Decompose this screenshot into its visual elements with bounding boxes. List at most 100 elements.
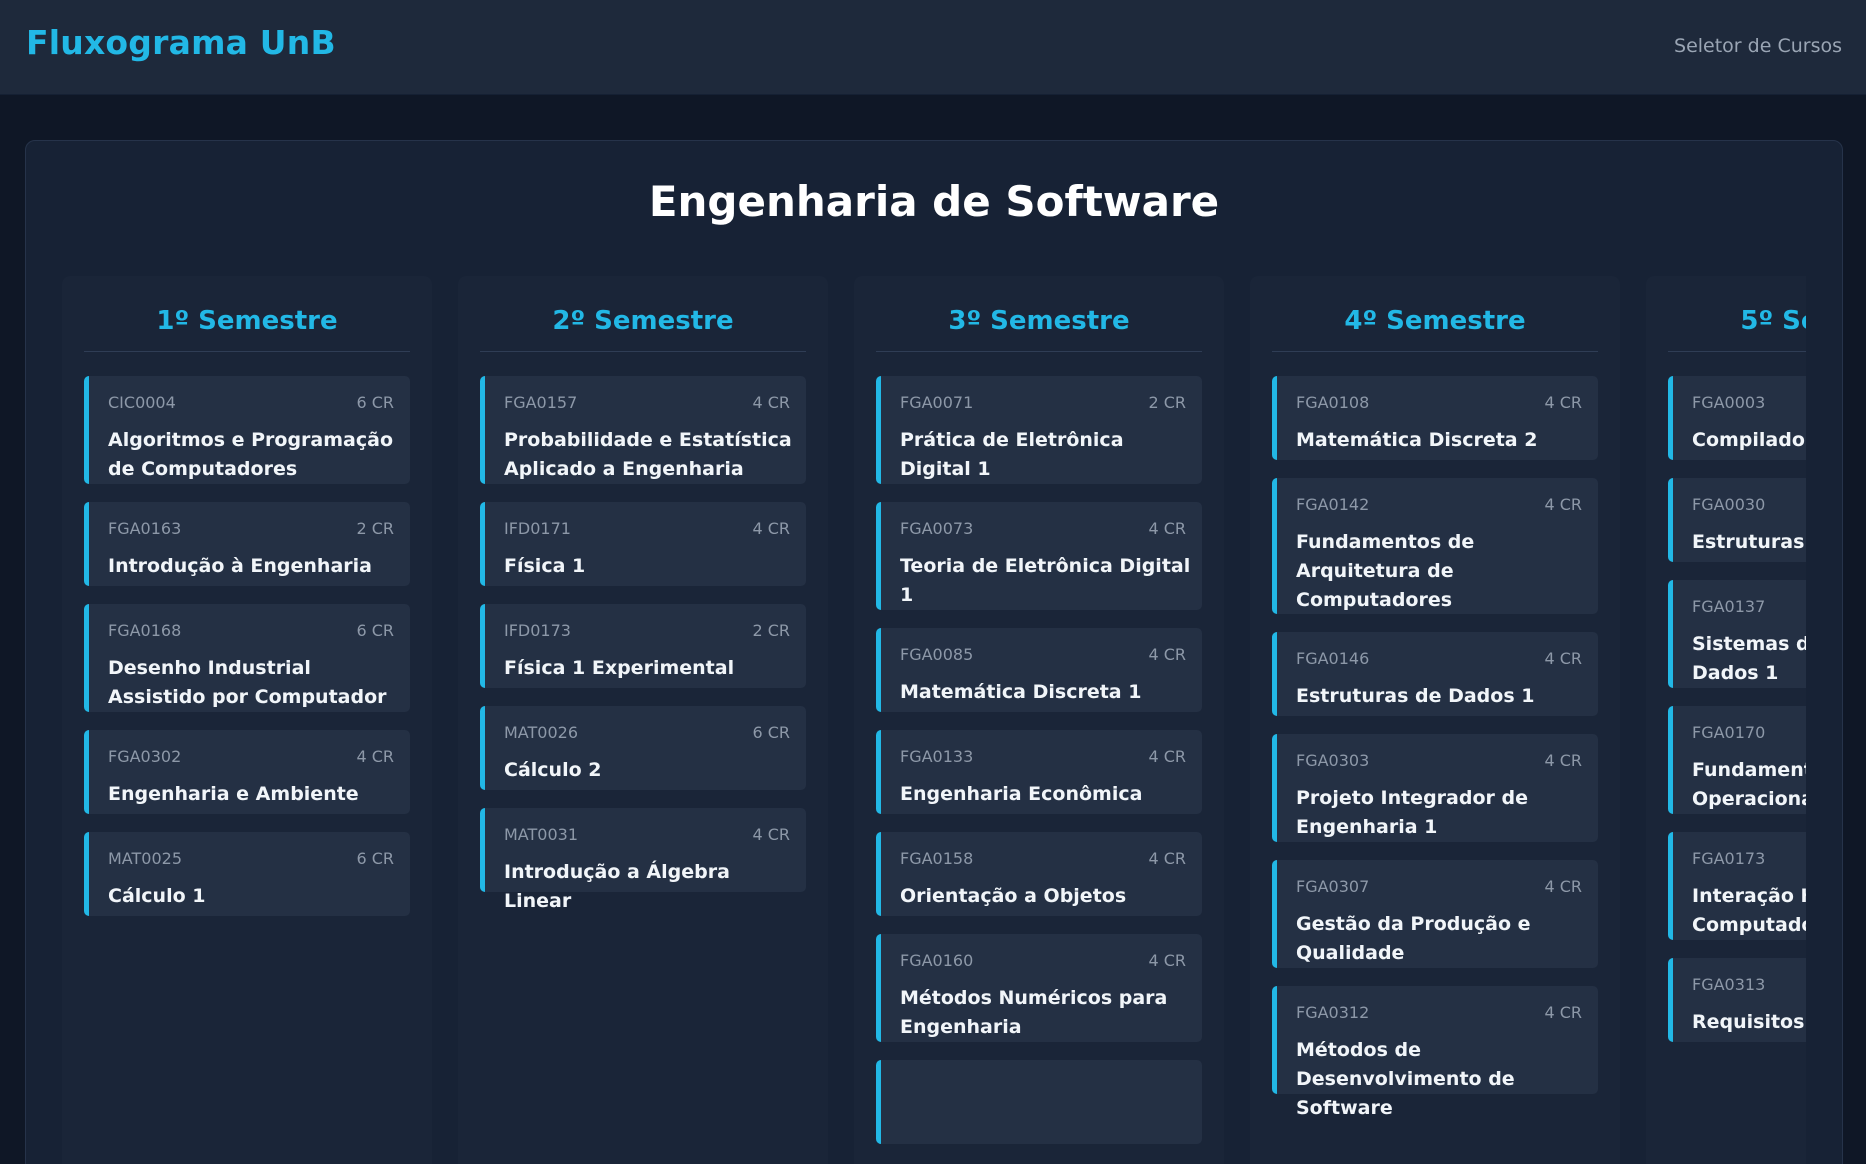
course-credits: 2 CR <box>752 621 790 640</box>
course-credits: 4 CR <box>1148 747 1186 766</box>
course-card[interactable]: FGA0073 4 CR Teoria de Eletrônica Digita… <box>876 502 1202 610</box>
course-credits: 4 CR <box>1148 849 1186 868</box>
top-navbar: Fluxograma UnB Seletor de Cursos <box>0 0 1866 95</box>
course-card[interactable]: IFD0171 4 CR Física 1 <box>480 502 806 586</box>
semester-title: 1º Semestre <box>156 306 338 336</box>
course-code: FGA0030 <box>1692 495 1766 514</box>
course-code: MAT0025 <box>108 849 182 868</box>
course-selector-link[interactable]: Seletor de Cursos <box>1674 35 1842 57</box>
course-name: Estruturas de Dados 1 <box>1296 685 1535 707</box>
course-credits: 2 CR <box>1148 393 1186 412</box>
course-credits: 4 CR <box>752 825 790 844</box>
course-credits: 4 CR <box>1148 519 1186 538</box>
semester-title: 3º Semestre <box>948 306 1130 336</box>
course-credits: 4 CR <box>752 393 790 412</box>
course-name: Algoritmos e Programação de Computadores <box>108 429 394 480</box>
course-code: FGA0170 <box>1692 723 1766 742</box>
course-name: Projeto Integrador de Engenharia 1 <box>1296 787 1528 838</box>
course-card[interactable]: FGA0307 4 CR Gestão da Produção e Qualid… <box>1272 860 1598 968</box>
course-card[interactable]: FGA0085 4 CR Matemática Discreta 1 <box>876 628 1202 712</box>
semester-column: 2º Semestre FGA0157 4 CR Probabilidade e… <box>458 276 828 1164</box>
course-card[interactable]: FGA0163 2 CR Introdução à Engenharia <box>84 502 410 586</box>
course-card[interactable]: FGA0146 4 CR Estruturas de Dados 1 <box>1272 632 1598 716</box>
course-card[interactable]: FGA0312 4 CR Métodos de Desenvolvimento … <box>1272 986 1598 1119</box>
course-name: Estruturas <box>1692 531 1805 553</box>
course-name: Física 1 Experimental <box>504 657 735 679</box>
course-code: FGA0168 <box>108 621 182 640</box>
course-card[interactable]: MAT0026 6 CR Cálculo 2 <box>480 706 806 790</box>
course-code: FGA0173 <box>1692 849 1766 868</box>
course-code: FGA0108 <box>1296 393 1370 412</box>
course-card[interactable]: FGA0168 6 CR Desenho Industrial Assistid… <box>84 604 410 712</box>
course-card[interactable]: FGA0158 4 CR Orientação a Objetos <box>876 832 1202 916</box>
course-credits: 4 CR <box>1544 751 1582 770</box>
course-code: MAT0031 <box>504 825 578 844</box>
course-credits: 4 CR <box>1544 649 1582 668</box>
course-name: Engenharia e Ambiente <box>108 783 359 805</box>
semester-column: 5º Semestre FGA0003 Compiladores FGA0030… <box>1646 276 1806 1164</box>
course-card[interactable]: FGA0071 2 CR Prática de Eletrônica Digit… <box>876 376 1202 484</box>
course-name: Fundamentos de Sistemas Operacionais <box>1692 759 1806 810</box>
course-card[interactable]: CIC0004 6 CR Algoritmos e Programação de… <box>84 376 410 484</box>
course-card[interactable]: FGA0170 Fundamentos de Sistemas Operacio… <box>1668 706 1806 814</box>
course-code: FGA0073 <box>900 519 974 538</box>
brand-logo[interactable]: Fluxograma UnB <box>26 23 336 62</box>
app-window: Fluxograma UnB Seletor de Cursos Engenha… <box>0 0 1866 1164</box>
course-credits: 4 CR <box>356 747 394 766</box>
course-code: FGA0157 <box>504 393 578 412</box>
course-card[interactable]: FGA0302 4 CR Engenharia e Ambiente <box>84 730 410 814</box>
course-card[interactable]: FGA0108 4 CR Matemática Discreta 2 <box>1272 376 1598 460</box>
course-card[interactable] <box>876 1060 1202 1144</box>
course-code: FGA0003 <box>1692 393 1766 412</box>
course-name: Prática de Eletrônica Digital 1 <box>900 429 1124 480</box>
course-card[interactable]: FGA0142 4 CR Fundamentos de Arquitetura … <box>1272 478 1598 614</box>
semester-title: 2º Semestre <box>552 306 734 336</box>
course-card[interactable]: FGA0313 Requisitos <box>1668 958 1806 1042</box>
course-card[interactable]: MAT0025 6 CR Cálculo 1 <box>84 832 410 916</box>
course-name: Introdução à Engenharia <box>108 555 372 577</box>
semester-column: 3º Semestre FGA0071 2 CR Prática de Elet… <box>854 276 1224 1164</box>
course-card[interactable]: FGA0303 4 CR Projeto Integrador de Engen… <box>1272 734 1598 842</box>
course-name: Sistemas de Banco de Dados 1 <box>1692 633 1806 684</box>
course-name: Interação Humano Computador <box>1692 885 1806 936</box>
course-name: Engenharia Econômica <box>900 783 1143 805</box>
course-name: Matemática Discreta 2 <box>1296 429 1538 451</box>
semester-title: 5º Semestre <box>1740 306 1806 336</box>
course-credits: 6 CR <box>356 849 394 868</box>
course-card[interactable]: FGA0137 Sistemas de Banco de Dados 1 <box>1668 580 1806 688</box>
semester-divider <box>84 351 410 352</box>
semester-divider <box>876 351 1202 352</box>
course-card[interactable]: MAT0031 4 CR Introdução a Álgebra Linear <box>480 808 806 912</box>
course-name: Fundamentos de Arquitetura de Computador… <box>1296 531 1475 611</box>
course-name: Probabilidade e Estatística Aplicado a E… <box>504 429 792 480</box>
course-credits: 4 CR <box>1544 495 1582 514</box>
semester-divider <box>480 351 806 352</box>
semester-columns[interactable]: 1º Semestre CIC0004 6 CR Algoritmos e Pr… <box>62 276 1806 1164</box>
course-card[interactable]: FGA0030 Estruturas <box>1668 478 1806 562</box>
course-card[interactable]: FGA0173 Interação Humano Computador <box>1668 832 1806 940</box>
course-card[interactable]: FGA0133 4 CR Engenharia Econômica <box>876 730 1202 814</box>
semester-divider <box>1272 351 1598 352</box>
semester-divider <box>1668 351 1806 352</box>
course-name: Métodos de Desenvolvimento de Software <box>1296 1039 1515 1119</box>
course-name: Introdução a Álgebra Linear <box>504 861 730 912</box>
course-code: FGA0303 <box>1296 751 1370 770</box>
course-credits: 6 CR <box>356 393 394 412</box>
course-name: Compiladores <box>1692 429 1806 451</box>
course-code: IFD0173 <box>504 621 571 640</box>
course-card[interactable]: FGA0157 4 CR Probabilidade e Estatística… <box>480 376 806 484</box>
course-credits: 4 CR <box>1544 1003 1582 1022</box>
course-name: Métodos Numéricos para Engenharia <box>900 987 1168 1038</box>
course-name: Cálculo 2 <box>504 759 602 781</box>
course-card[interactable]: FGA0003 Compiladores <box>1668 376 1806 460</box>
course-code: IFD0171 <box>504 519 571 538</box>
course-name: Requisitos <box>1692 1011 1805 1033</box>
course-credits: 4 CR <box>1148 645 1186 664</box>
course-card[interactable]: IFD0173 2 CR Física 1 Experimental <box>480 604 806 688</box>
semester-column: 1º Semestre CIC0004 6 CR Algoritmos e Pr… <box>62 276 432 1164</box>
course-code: CIC0004 <box>108 393 176 412</box>
course-credits: 4 CR <box>752 519 790 538</box>
course-code: FGA0307 <box>1296 877 1370 896</box>
course-code: FGA0313 <box>1692 975 1766 994</box>
course-card[interactable]: FGA0160 4 CR Métodos Numéricos para Enge… <box>876 934 1202 1042</box>
